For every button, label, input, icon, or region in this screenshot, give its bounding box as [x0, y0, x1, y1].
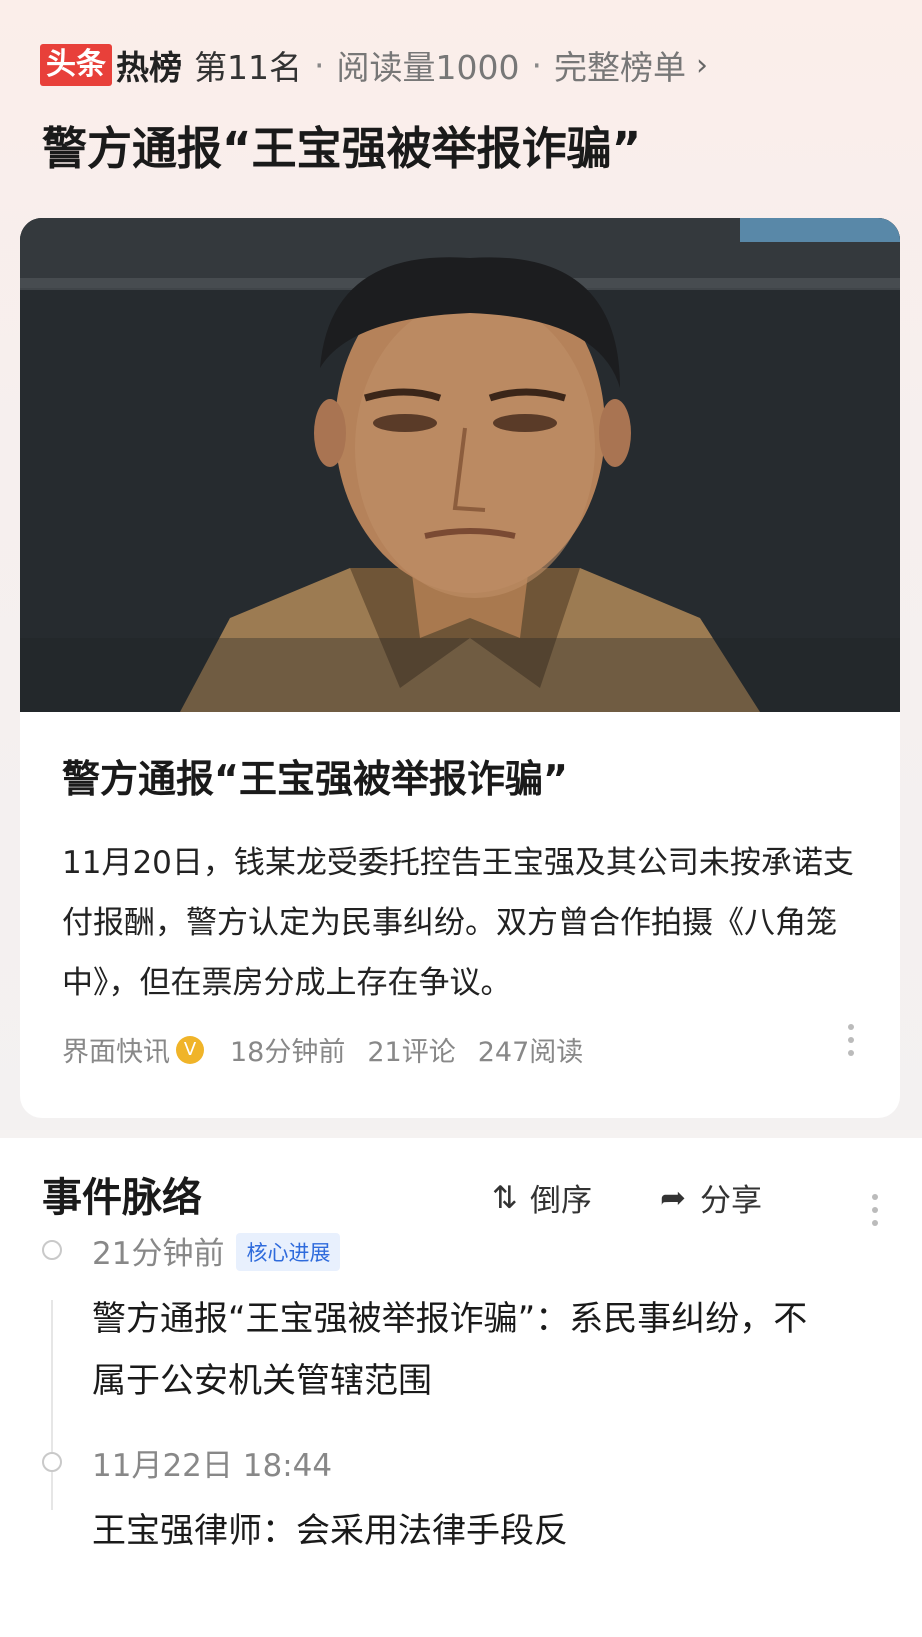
sort-button[interactable]: ⇅ 倒序 — [492, 1175, 592, 1220]
sort-icon: ⇅ — [492, 1179, 518, 1216]
sort-label: 倒序 — [529, 1183, 592, 1219]
timeline-line — [51, 1300, 53, 1510]
hot-rank-bar[interactable]: 头条 热榜 第11名 · 阅读量1000 · 完整榜单 › — [40, 42, 708, 88]
news-title[interactable]: 警方通报“王宝强被举报诈骗” — [62, 748, 862, 803]
timeline-dot — [42, 1452, 62, 1472]
toutiao-logo: 头条 — [40, 44, 112, 86]
separator: · — [314, 45, 325, 85]
timeline-item-time: 21分钟前 核心进展 — [92, 1228, 341, 1273]
more-options-icon[interactable] — [848, 1024, 856, 1056]
verified-icon: V — [176, 1035, 204, 1064]
timeline-dot — [42, 1240, 62, 1260]
rank-position: 第11名 — [194, 48, 302, 87]
read-count-meta: 247阅读 — [477, 1037, 584, 1068]
news-summary: 11月20日，钱某龙受委托控告王宝强及其公司未按承诺支付报酬，警方认定为民事纠纷… — [62, 845, 854, 1001]
timeline-item-text[interactable]: 王宝强律师：会采用法律手段反 — [92, 1500, 832, 1562]
timeline-more-icon[interactable] — [872, 1194, 878, 1226]
full-list-link[interactable]: 完整榜单 — [554, 41, 686, 89]
news-photo[interactable] — [20, 218, 900, 712]
news-card-body: 警方通报“王宝强被举报诈骗” 11月20日，钱某龙受委托控告王宝强及其公司未按承… — [62, 748, 862, 1013]
share-label: 分享 — [699, 1183, 762, 1219]
publish-time: 18分钟前 — [230, 1037, 346, 1068]
timeline-item-text[interactable]: 警方通报“王宝强被举报诈骗”：系民事纠纷，不属于公安机关管辖范围 — [92, 1288, 832, 1412]
separator: · — [531, 45, 542, 85]
news-source[interactable]: 界面快讯 — [62, 1030, 170, 1069]
timeline-time-text: 21分钟前 — [92, 1236, 225, 1272]
share-icon: ➦ — [660, 1179, 686, 1216]
comment-count[interactable]: 21评论 — [367, 1030, 455, 1069]
portrait-illustration — [20, 218, 900, 712]
news-card[interactable]: 警方通报“王宝强被举报诈骗” 11月20日，钱某龙受委托控告王宝强及其公司未按承… — [20, 218, 900, 1118]
core-progress-badge: 核心进展 — [236, 1233, 341, 1271]
share-button[interactable]: ➦ 分享 — [660, 1175, 762, 1220]
read-count: 阅读量1000 — [336, 48, 520, 87]
timeline-item-time: 11月22日 18:44 — [92, 1448, 333, 1484]
news-meta: 界面快讯 V 18分钟前 21评论 247阅读 — [62, 1030, 583, 1069]
page-title: 警方通报“王宝强被举报诈骗” — [42, 122, 642, 175]
chevron-right-icon: › — [695, 47, 708, 83]
rebang-logo: 热榜 — [116, 48, 182, 87]
